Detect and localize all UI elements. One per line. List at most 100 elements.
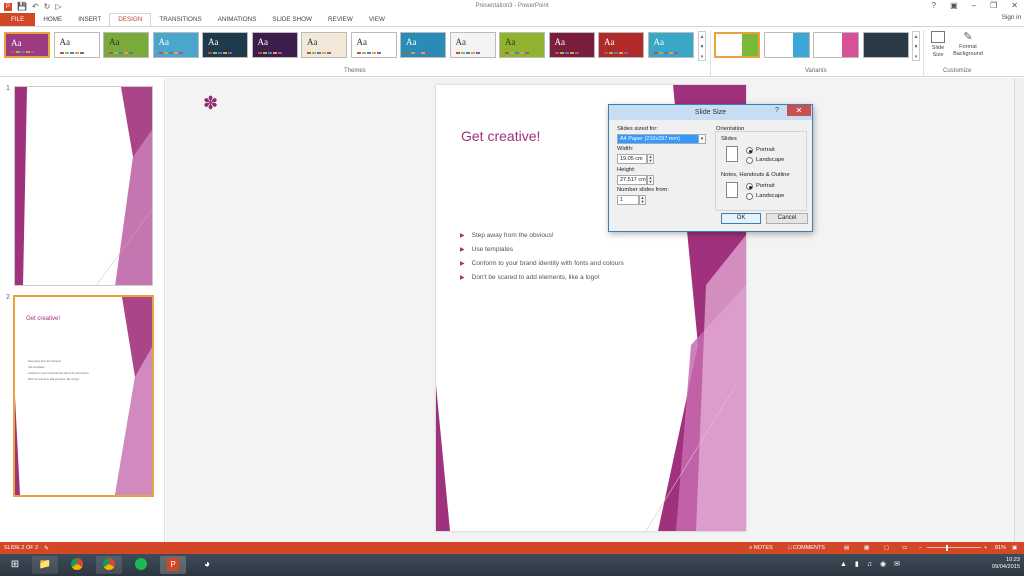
- flower-logo[interactable]: ✽: [203, 93, 218, 114]
- normal-view-icon[interactable]: ▤: [844, 545, 849, 551]
- tab-file[interactable]: FILE: [0, 13, 36, 26]
- minimize-icon[interactable]: –: [972, 1, 976, 10]
- zoom-slider-thumb[interactable]: [946, 545, 948, 551]
- zoom-level[interactable]: 81%: [995, 545, 1006, 551]
- notes-landscape-label: Landscape: [756, 193, 785, 199]
- dialog-help-icon[interactable]: ?: [775, 107, 779, 114]
- thumbnail-bullet: Don't be scared to add elements, like a …: [28, 378, 80, 381]
- height-spinner[interactable]: ▲ ▼: [647, 175, 654, 185]
- thumbnail-design-2: [15, 297, 152, 495]
- comments-button[interactable]: □ COMMENTS: [788, 545, 825, 551]
- thumbnail-title: Get creative!: [26, 316, 61, 322]
- notes-button[interactable]: ≡ NOTES: [749, 545, 773, 551]
- theme-thumbnail[interactable]: Aa: [53, 32, 100, 58]
- system-tray-icons[interactable]: ▲▮♫◉✉: [840, 560, 908, 568]
- slides-landscape-radio[interactable]: [746, 157, 753, 164]
- slide-thumbnail-2[interactable]: Get creative! Step away from the obvious…: [13, 295, 154, 497]
- slide-sorter-icon[interactable]: ▦: [864, 545, 869, 551]
- theme-color-bars: [455, 52, 480, 54]
- theme-thumbnail[interactable]: Aa: [202, 32, 248, 58]
- notes-portrait-radio[interactable]: [746, 183, 753, 190]
- theme-sample-text: Aa: [109, 37, 120, 47]
- ribbon: ▲ ▼ ▾ Themes ▲ ▼ ▾ Variants Slide Size ✎ For…: [0, 26, 1024, 77]
- fit-to-window-icon[interactable]: ▣: [1012, 545, 1017, 551]
- vertical-scrollbar[interactable]: [1014, 78, 1024, 542]
- cancel-button[interactable]: Cancel: [766, 213, 808, 224]
- ribbon-display-options-icon[interactable]: ▣: [950, 1, 958, 10]
- theme-thumbnail[interactable]: Aa: [449, 32, 496, 58]
- theme-sample-text: Aa: [307, 37, 318, 47]
- orientation-group: [715, 131, 807, 211]
- tab-review[interactable]: REVIEW: [320, 13, 361, 26]
- notes-landscape-radio[interactable]: [746, 193, 753, 200]
- tab-home[interactable]: HOME: [35, 13, 70, 26]
- theme-thumbnail[interactable]: Aa: [251, 32, 298, 58]
- spotify-icon[interactable]: [128, 556, 154, 574]
- tab-slide-show[interactable]: SLIDE SHOW: [264, 13, 320, 26]
- number-slides-from-input[interactable]: 1: [617, 195, 639, 205]
- width-spinner[interactable]: ▲ ▼: [647, 154, 654, 164]
- close-icon[interactable]: ✕: [1011, 1, 1018, 10]
- slides-orientation-label: Slides: [721, 136, 737, 142]
- theme-thumbnail[interactable]: Aa: [598, 32, 644, 58]
- theme-thumbnail[interactable]: Aa: [103, 32, 149, 58]
- theme-thumbnail[interactable]: Aa: [301, 32, 347, 58]
- slide-show-icon[interactable]: ▭: [902, 545, 907, 551]
- zoom-in-icon[interactable]: +: [984, 545, 987, 551]
- ok-button[interactable]: OK: [721, 213, 761, 224]
- powerpoint-icon[interactable]: P: [160, 556, 186, 574]
- sign-in-link[interactable]: Sign in: [1002, 14, 1021, 21]
- tab-insert[interactable]: INSERT: [70, 13, 109, 26]
- dialog-close-button[interactable]: ✕: [787, 105, 811, 116]
- zoom-slider[interactable]: [927, 547, 981, 548]
- slides-sized-for-dropdown[interactable]: A4 Paper (210x297 mm): [617, 134, 705, 144]
- slide-bullet-list[interactable]: ▶ Step away from the obvious! ▶ Use templa…: [460, 228, 624, 284]
- format-background-button[interactable]: ✎ Format Background: [950, 30, 986, 58]
- theme-thumbnail[interactable]: Aa: [350, 32, 397, 58]
- number-slides-from-label: Number slides from:: [617, 187, 669, 193]
- height-input[interactable]: 27.517 cm: [617, 175, 647, 185]
- theme-thumbnail[interactable]: Aa: [400, 32, 446, 58]
- status-bar: SLIDE 2 OF 2 ✎ ≡ NOTES □ COMMENTS ▤ ▦ ▢ …: [0, 542, 1024, 554]
- slide-thumbnail-1[interactable]: [14, 86, 153, 286]
- theme-thumbnail[interactable]: Aa: [152, 32, 199, 58]
- slide-size-button[interactable]: Slide Size: [927, 30, 949, 59]
- width-input[interactable]: 19.05 cm: [617, 154, 647, 164]
- variant-thumbnail[interactable]: [862, 32, 909, 58]
- number-slides-spinner[interactable]: ▲ ▼: [639, 195, 646, 205]
- theme-sample-text: Aa: [11, 38, 22, 48]
- zoom-out-icon[interactable]: –: [919, 545, 922, 551]
- restore-icon[interactable]: ❐: [990, 1, 997, 10]
- slide-title[interactable]: Get creative!: [461, 128, 540, 144]
- themes-scroll[interactable]: ▲ ▼ ▾: [698, 31, 706, 61]
- windows-start-icon[interactable]: ⊞: [2, 556, 28, 574]
- tab-animations[interactable]: ANIMATIONS: [210, 13, 265, 26]
- theme-color-bars: [158, 52, 183, 54]
- variant-thumbnail[interactable]: [813, 32, 859, 58]
- variant-thumbnail[interactable]: [763, 32, 810, 58]
- chevron-down-icon[interactable]: ▾: [698, 134, 706, 144]
- tab-design[interactable]: DESIGN: [109, 13, 152, 26]
- theme-sample-text: Aa: [158, 37, 170, 47]
- tab-transitions[interactable]: TRANSITIONS: [151, 13, 209, 26]
- theme-color-bars: [554, 52, 579, 54]
- app-icon[interactable]: ◕: [194, 556, 220, 574]
- variant-thumbnail[interactable]: [714, 32, 760, 58]
- spelling-icon[interactable]: ✎: [44, 545, 49, 552]
- format-background-label: Format Background: [953, 44, 983, 57]
- bullet-arrow-icon: ▶: [460, 260, 465, 267]
- theme-thumbnail[interactable]: Aa: [647, 32, 694, 58]
- variants-scroll[interactable]: ▲ ▼ ▾: [912, 31, 920, 61]
- chrome-icon[interactable]: [64, 556, 90, 574]
- theme-thumbnail[interactable]: Aa: [548, 32, 595, 58]
- file-explorer-icon[interactable]: 📁: [32, 556, 58, 574]
- chrome-icon[interactable]: [96, 556, 122, 574]
- clock-time: 10:23: [1006, 557, 1020, 563]
- slides-portrait-radio[interactable]: [746, 147, 753, 154]
- clock[interactable]: 10:23 09/04/2015: [992, 557, 1020, 571]
- reading-view-icon[interactable]: ▢: [884, 545, 889, 551]
- tab-view[interactable]: VIEW: [361, 13, 393, 26]
- theme-thumbnail[interactable]: Aa: [4, 32, 50, 58]
- help-icon[interactable]: ?: [932, 1, 936, 10]
- theme-thumbnail[interactable]: Aa: [499, 32, 545, 58]
